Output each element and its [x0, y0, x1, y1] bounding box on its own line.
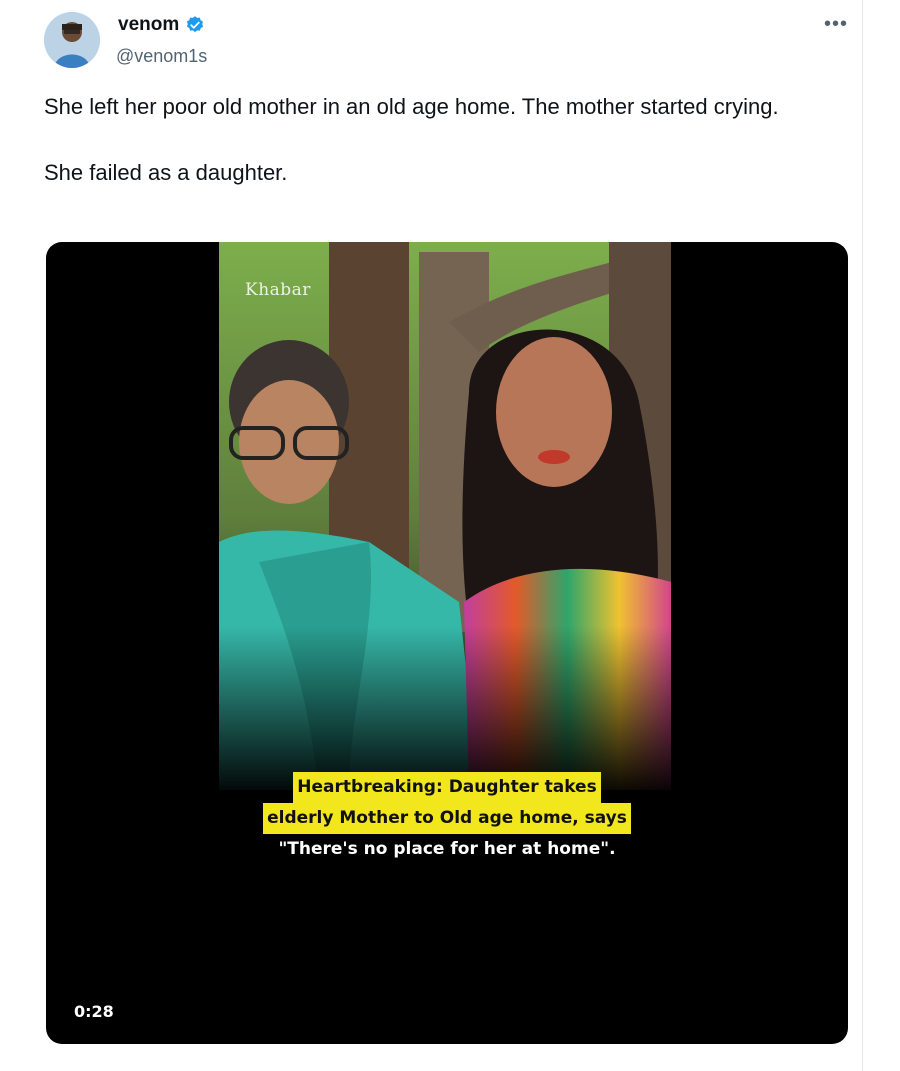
author-name-row[interactable]: venom	[118, 14, 205, 36]
avatar-image	[44, 12, 100, 68]
video-watermark: Khabar	[245, 280, 311, 300]
video-frame[interactable]: Khabar	[219, 242, 671, 790]
tweet-text-line: She failed as a daughter.	[44, 160, 288, 185]
tweet-card: venom @venom1s ••• She left her poor old…	[10, 0, 863, 1071]
video-caption-line: Heartbreaking: Daughter takes	[293, 772, 601, 803]
author-name[interactable]: venom	[118, 14, 179, 36]
verified-badge-icon	[187, 16, 204, 33]
video-caption-line: "There's no place for her at home".	[278, 839, 616, 859]
video-thumbnail	[219, 242, 671, 790]
author-avatar[interactable]	[44, 12, 100, 68]
tweet-text-line: She left her poor old mother in an old a…	[44, 94, 779, 119]
author-handle[interactable]: @venom1s	[116, 46, 207, 67]
tweet-text: She left her poor old mother in an old a…	[44, 90, 824, 190]
video-player[interactable]: Khabar Heartbreaking: Daughter takes eld…	[46, 242, 848, 1044]
video-caption-line: elderly Mother to Old age home, says	[263, 803, 631, 834]
more-options-button[interactable]: •••	[822, 12, 850, 36]
more-horizontal-icon: •••	[823, 12, 848, 35]
video-duration: 0:28	[74, 1002, 114, 1021]
video-caption: Heartbreaking: Daughter takes elderly Mo…	[46, 772, 848, 865]
